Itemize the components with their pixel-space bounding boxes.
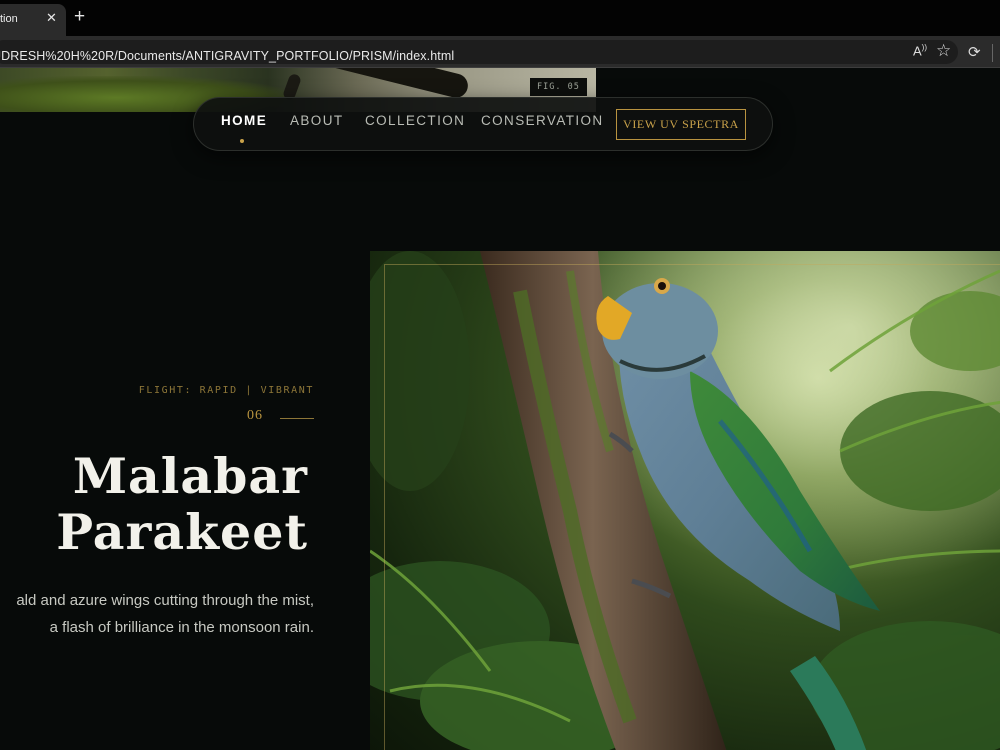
main-nav: HOME ABOUT COLLECTION CONSERVATION VIEW … (193, 97, 773, 151)
view-uv-spectra-button[interactable]: VIEW UV SPECTRA (616, 109, 746, 140)
desc-line-1: ald and azure wings cutting through the … (16, 592, 314, 609)
nav-about[interactable]: ABOUT (290, 113, 344, 128)
page-viewport: FIG. 05 HOME ABOUT COLLECTION CONSERVATI… (0, 68, 1000, 750)
branch-shape (299, 68, 471, 101)
number-rule (280, 418, 314, 419)
parakeet-photo (370, 251, 1000, 750)
address-bar: UDRESH%20H%20R/Documents/ANTIGRAVITY_POR… (0, 36, 1000, 68)
extensions-icon[interactable]: ⟳ (968, 43, 981, 61)
title-line-1: Malabar (72, 447, 308, 505)
new-tab-icon[interactable]: + (74, 5, 85, 29)
species-description: ald and azure wings cutting through the … (16, 587, 314, 641)
browser-tab-active[interactable]: tion ✕ (0, 4, 66, 36)
read-aloud-icon[interactable]: A)) (913, 43, 927, 58)
species-title: Malabar Parakeet (56, 448, 308, 560)
nav-active-indicator (240, 139, 244, 143)
nav-conservation[interactable]: CONSERVATION (481, 113, 604, 128)
url-field[interactable]: UDRESH%20H%20R/Documents/ANTIGRAVITY_POR… (0, 40, 958, 64)
desc-line-2: a flash of brilliance in the monsoon rai… (49, 619, 314, 636)
species-meta: FLIGHT: RAPID | VIBRANT (138, 385, 314, 396)
url-text[interactable]: UDRESH%20H%20R/Documents/ANTIGRAVITY_POR… (0, 49, 454, 63)
species-number: 06 (247, 408, 263, 423)
toolbar-divider (992, 44, 993, 62)
title-line-2: Parakeet (56, 503, 308, 561)
parakeet-illustration (370, 251, 1000, 750)
figure-label: FIG. 05 (530, 78, 587, 96)
close-tab-icon[interactable]: ✕ (46, 10, 57, 26)
nav-collection[interactable]: COLLECTION (365, 113, 465, 128)
tab-title: tion (0, 13, 18, 25)
browser-tabstrip: tion ✕ + (0, 0, 1000, 36)
nav-home[interactable]: HOME (221, 113, 267, 128)
favorite-star-icon[interactable]: ☆ (936, 41, 951, 61)
